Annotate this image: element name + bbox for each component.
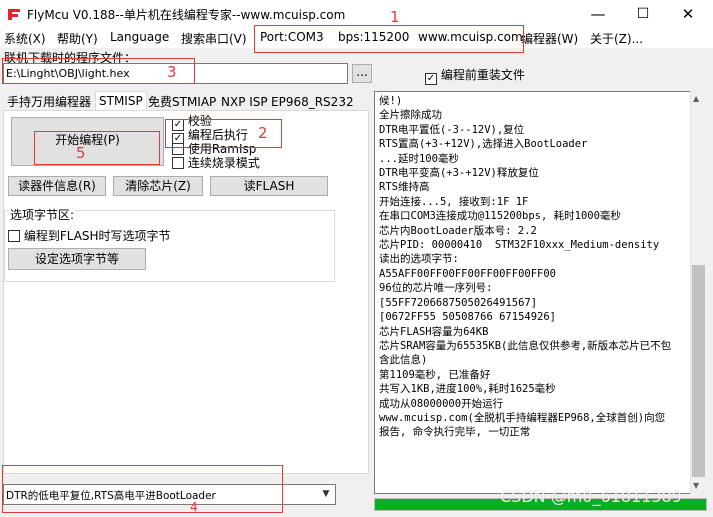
tab-free-stmiap[interactable]: 免费STMIAP [145,93,219,111]
log-line: 候!) [379,95,403,107]
annotation-number-5: 5 [76,144,86,162]
log-line: 共写入1KB,进度100%,耗时1625毫秒 [379,383,556,396]
log-line: 开始连接...5, 接收到:1F 1F [379,195,529,208]
erase-chip-button[interactable]: 清除芯片(Z) [113,176,203,196]
log-line: [0672FF55 50508766 67154926] [379,311,557,324]
log-line: DTR电平变高(+3-+12V)释放复位 [379,167,539,180]
log-lines: 候!) 全片擦除成功 DTR电平置低(-3--12V),复位 RTS置高(+3-+12… [379,94,675,440]
minimize-button[interactable]: — [575,0,621,28]
menu-help[interactable]: 帮助(Y) [57,30,98,47]
log-line: 第1109毫秒, 已准备好 [379,368,491,381]
continuous-burn-checkbox[interactable] [172,157,184,169]
reload-checkbox[interactable]: ✓ [425,73,437,85]
scroll-up-icon[interactable]: ▲ [693,94,699,103]
log-line: A55AFF00FF00FF00FF00FF00FF00 [379,267,557,280]
watermark: CSDN @m0_61811389 [500,487,682,506]
annotation-box-4 [2,465,283,513]
tab-stmisp[interactable]: STMISP [95,91,147,110]
chevron-down-icon[interactable]: ▼ [318,486,334,503]
log-output[interactable]: 候!) 全片擦除成功 DTR电平置低(-3--12V),复位 RTS置高(+3-+12… [374,91,692,494]
menu-system[interactable]: 系统(X) [4,30,46,47]
continuous-burn-label: 连续烧录模式 [187,156,260,170]
menu-language[interactable]: Language [110,30,169,44]
window-title: FlyMcu V0.188--单片机在线编程专家--www.mcuisp.com [27,8,346,22]
log-line: 芯片FLASH容量为64KB [379,325,489,338]
close-button[interactable]: ✕ [665,0,711,28]
write-option-bytes-option[interactable]: 编程到FLASH时写选项字节 [8,227,171,244]
menu-search-port[interactable]: 搜索串口(V) [181,30,247,47]
menu-about[interactable]: 关于(Z)... [590,30,643,47]
menu-programmer[interactable]: 编程器(W) [521,30,578,47]
annotation-box-5 [34,131,160,165]
maximize-button[interactable]: ☐ [620,0,666,28]
app-icon [8,9,20,20]
read-device-info-button[interactable]: 读器件信息(R) [8,176,106,196]
scroll-down-icon[interactable]: ▼ [693,481,699,490]
write-option-bytes-checkbox[interactable] [8,230,20,242]
log-line: 芯片PID: 00000410 STM32F10xxx_Medium-densi… [379,239,660,252]
log-scroll-thumb[interactable] [692,265,705,477]
reload-label: 编程前重装文件 [440,68,525,82]
log-line: 在串口COM3连接成功@115200bps, 耗时1000毫秒 [379,210,621,223]
tab-ep968-rs232[interactable]: EP968_RS232 [268,93,357,111]
annotation-number-1: 1 [390,8,400,26]
log-line: [55FF7206687505026491567] [379,296,538,309]
tab-handheld[interactable]: 手持万用编程器 [4,93,94,111]
option-bytes-label: 选项字节区: [9,206,76,223]
tab-nxp-isp[interactable]: NXP ISP [218,93,271,111]
log-line: 成功从08000000开始运行 [379,397,504,410]
read-flash-button[interactable]: 读FLASH [210,176,328,196]
log-line: ...延时100毫秒 [379,152,459,165]
set-option-bytes-button[interactable]: 设定选项字节等 [8,248,146,270]
continuous-burn-option[interactable]: 连续烧录模式 [172,156,260,170]
log-line: RTS维持高 [379,181,430,194]
log-line: 读出的选项字节: [379,253,459,266]
annotation-number-4: 4 [190,500,198,514]
log-line: 全片擦除成功 [379,109,442,122]
annotation-box-1 [254,25,524,53]
log-line: 芯片内BootLoader版本号: 2.2 [379,224,537,237]
log-line: RTS置高(+3-+12V),选择进入BootLoader [379,138,588,151]
log-line: 芯片SRAM容量为65535KB(此信息仅供参考,新版本芯片已不包含此信息) [379,339,672,367]
reload-option[interactable]: ✓ 编程前重装文件 [425,66,525,85]
log-line: www.mcuisp.com(全脱机手持编程器EP968,全球首创)向您报告, … [379,411,666,439]
annotation-number-3: 3 [167,63,177,81]
annotation-number-2: 2 [258,124,268,142]
log-line: DTR电平置低(-3--12V),复位 [379,123,525,136]
log-line: 96位的芯片唯一序列号: [379,282,493,295]
write-option-bytes-label: 编程到FLASH时写选项字节 [23,229,171,243]
browse-button[interactable]: ... [352,64,372,83]
